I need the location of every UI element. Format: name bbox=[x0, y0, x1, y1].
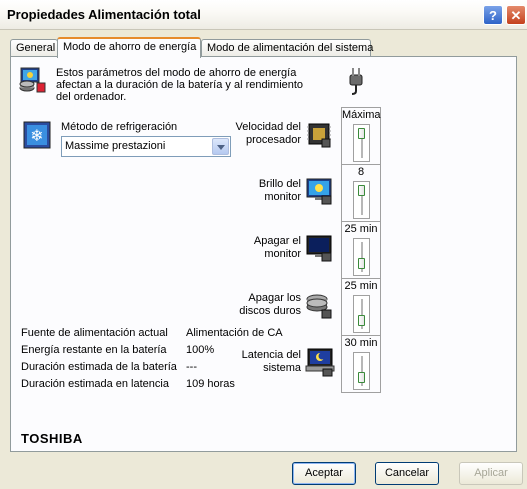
power-plug-icon bbox=[349, 68, 363, 95]
brand-logo: TOSHIBA bbox=[21, 431, 83, 446]
hard-disk-off-value: 25 min bbox=[344, 280, 378, 292]
processor-speed-value: Máxima bbox=[342, 109, 381, 121]
slider-track[interactable] bbox=[353, 295, 370, 333]
slider-track[interactable] bbox=[353, 181, 370, 219]
help-button[interactable]: ? bbox=[483, 5, 503, 25]
slider-thumb[interactable] bbox=[358, 258, 365, 269]
battery-remaining-value: 100% bbox=[186, 344, 215, 356]
slider-thumb[interactable] bbox=[358, 185, 365, 196]
svg-text:❄: ❄ bbox=[30, 126, 43, 145]
slider-thumb[interactable] bbox=[358, 315, 365, 326]
window-title: Propiedades Alimentación total bbox=[7, 7, 201, 22]
intro-text: Estos parámetros del modo de ahorro de e… bbox=[56, 67, 304, 103]
hard-disk-icon bbox=[306, 294, 332, 319]
standby-value: 30 min bbox=[344, 337, 378, 349]
monitor-icon bbox=[306, 235, 332, 262]
brightness-value: 8 bbox=[357, 166, 365, 178]
tab-power-saving-mode[interactable]: Modo de ahorro de energía bbox=[57, 37, 201, 58]
brightness-icon bbox=[306, 178, 332, 205]
slider-thumb[interactable] bbox=[358, 372, 365, 383]
processor-speed-slider[interactable]: Máxima bbox=[341, 107, 381, 165]
ok-button[interactable]: Aceptar bbox=[292, 462, 356, 485]
battery-duration-label: Duración estimada de la batería bbox=[21, 361, 177, 373]
standby-duration-label: Duración estimada en latencia bbox=[21, 378, 169, 390]
cancel-button[interactable]: Cancelar bbox=[375, 462, 439, 485]
slider-thumb[interactable] bbox=[358, 128, 365, 139]
cpu-icon bbox=[307, 123, 331, 148]
battery-remaining-label: Energía restante en la batería bbox=[21, 344, 167, 356]
power-source-value: Alimentación de CA bbox=[186, 327, 283, 339]
slider-track[interactable] bbox=[353, 238, 370, 276]
cooling-method-select[interactable]: Massime prestazioni bbox=[61, 136, 231, 157]
slider-track[interactable] bbox=[353, 352, 370, 390]
battery-duration-value: --- bbox=[186, 361, 197, 373]
brightness-slider[interactable]: 8 bbox=[341, 164, 381, 222]
brightness-label: Brillo del monitor bbox=[258, 178, 301, 203]
hard-disk-off-slider[interactable]: 25 min bbox=[341, 278, 381, 336]
standby-duration-value: 109 horas bbox=[186, 378, 235, 390]
close-button[interactable]: ✕ bbox=[506, 5, 526, 25]
processor-speed-label: Velocidad del procesador bbox=[235, 121, 301, 146]
standby-slider[interactable]: 30 min bbox=[341, 335, 381, 393]
slider-track[interactable] bbox=[353, 124, 370, 162]
title-bar: Propiedades Alimentación total ? ✕ bbox=[0, 0, 527, 30]
cooling-icon: ❄ bbox=[23, 121, 51, 149]
power-source-label: Fuente de alimentación actual bbox=[21, 327, 168, 339]
tab-system-power-mode[interactable]: Modo de alimentación del sistema bbox=[201, 39, 373, 57]
cooling-method-label: Método de refrigeración bbox=[61, 121, 178, 133]
cooling-method-value: Massime prestazioni bbox=[65, 140, 166, 152]
hard-disk-off-label: Apagar los discos duros bbox=[239, 292, 301, 317]
power-settings-icon bbox=[19, 67, 46, 93]
tab-panel: Estos parámetros del modo de ahorro de e… bbox=[10, 56, 517, 452]
monitor-off-value: 25 min bbox=[344, 223, 378, 235]
standby-label: Latencia del sistema bbox=[241, 349, 301, 374]
monitor-off-slider[interactable]: 25 min bbox=[341, 221, 381, 279]
monitor-off-label: Apagar el monitor bbox=[253, 235, 301, 260]
apply-button[interactable]: Aplicar bbox=[459, 462, 523, 485]
tab-general[interactable]: General bbox=[10, 39, 58, 57]
standby-icon bbox=[305, 348, 335, 377]
